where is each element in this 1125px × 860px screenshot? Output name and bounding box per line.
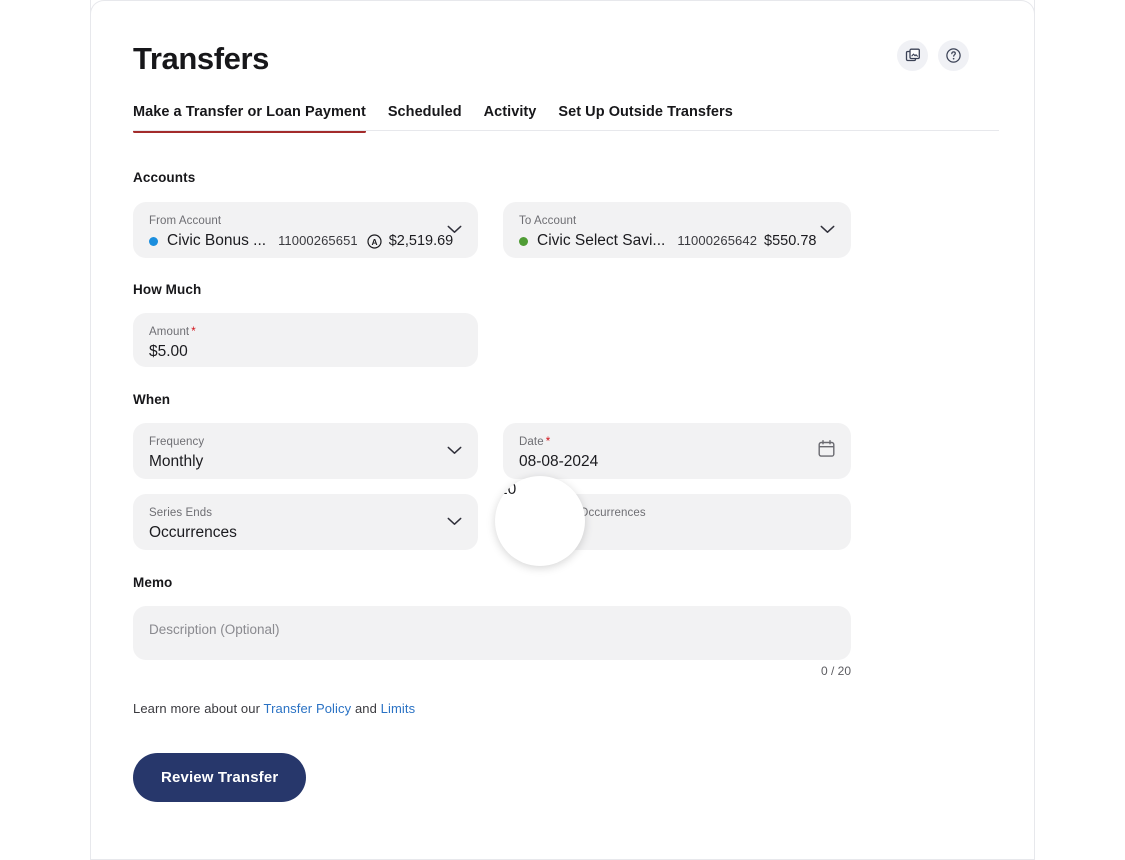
to-account-color-dot: [519, 236, 528, 246]
tab-divider: [133, 130, 999, 131]
frequency-label: Frequency: [149, 436, 205, 448]
date-label: Date *: [519, 436, 551, 448]
from-account-value: Civic Bonus ... 11000265651 A $2,519.69: [149, 230, 462, 252]
to-account-select[interactable]: To Account Civic Select Savi... 11000265…: [503, 202, 851, 258]
number-of-occurrences-label: Number Of Occurrences: [519, 507, 646, 519]
series-ends-value: Occurrences: [149, 524, 237, 541]
frequency-value: Monthly: [149, 453, 204, 470]
review-transfer-button[interactable]: Review Transfer: [133, 753, 307, 802]
chevron-down-icon: [447, 221, 462, 239]
chevron-down-icon: [820, 221, 835, 239]
section-label-accounts: Accounts: [133, 170, 196, 185]
tab-activity[interactable]: Activity: [484, 104, 537, 133]
required-marker: *: [545, 436, 551, 448]
section-label-memo: Memo: [133, 575, 173, 590]
date-input[interactable]: Date * 08-08-2024: [503, 423, 851, 479]
from-account-name: Civic Bonus ...: [167, 232, 267, 249]
learn-more-text: Learn more about our Transfer Policy and…: [133, 701, 415, 716]
from-account-balance: $2,519.69: [388, 233, 454, 249]
series-ends-select[interactable]: Series Ends Occurrences: [133, 494, 478, 550]
available-balance-badge-icon: A: [367, 233, 382, 249]
chevron-down-icon: [447, 513, 462, 531]
transfers-card: Transfers Make a Transfer or Loan Paymen…: [90, 0, 1035, 860]
svg-text:A: A: [371, 236, 377, 246]
number-of-occurrences-input[interactable]: Number Of Occurrences 10: [503, 494, 851, 550]
memo-character-counter: 0 / 20: [820, 664, 851, 678]
header-actions: [897, 40, 969, 71]
to-account-name: Civic Select Savi...: [537, 232, 666, 249]
help-icon[interactable]: [938, 40, 969, 71]
calendar-icon[interactable]: [818, 440, 835, 463]
from-account-label: From Account: [149, 215, 222, 227]
memo-placeholder: Description (Optional): [149, 622, 280, 637]
to-account-balance: $550.78: [764, 233, 817, 249]
duplicate-icon[interactable]: [897, 40, 928, 71]
amount-label: Amount *: [149, 326, 196, 338]
number-of-occurrences-value: 10: [519, 524, 537, 541]
frequency-select[interactable]: Frequency Monthly: [133, 423, 478, 479]
chevron-down-icon: [447, 442, 462, 460]
to-account-number: 11000265642: [677, 233, 758, 248]
section-label-how-much: How Much: [133, 282, 202, 297]
section-label-when: When: [133, 392, 171, 407]
tab-make-a-transfer-or-loan-payment[interactable]: Make a Transfer or Loan Payment: [133, 104, 366, 133]
tab-bar: Make a Transfer or Loan Payment Schedule…: [133, 104, 999, 138]
from-account-number: 11000265651: [278, 233, 358, 248]
series-ends-label: Series Ends: [149, 507, 213, 519]
transfers-page: Transfers Make a Transfer or Loan Paymen…: [0, 0, 1125, 860]
tab-set-up-outside-transfers[interactable]: Set Up Outside Transfers: [558, 104, 732, 133]
limits-link[interactable]: Limits: [381, 701, 416, 716]
learn-more-prefix: Learn more about our: [133, 701, 264, 716]
amount-input[interactable]: Amount * $5.00: [133, 313, 478, 367]
transfer-policy-link[interactable]: Transfer Policy: [264, 701, 352, 716]
memo-textarea[interactable]: Description (Optional): [133, 606, 851, 660]
from-account-select[interactable]: From Account Civic Bonus ... 11000265651…: [133, 202, 478, 258]
to-account-value: Civic Select Savi... 11000265642 $550.78: [519, 230, 835, 252]
tab-scheduled[interactable]: Scheduled: [388, 104, 462, 133]
from-account-color-dot: [149, 236, 158, 246]
date-value: 08-08-2024: [519, 453, 599, 470]
card-content: Transfers Make a Transfer or Loan Paymen…: [133, 0, 999, 802]
to-account-label: To Account: [519, 215, 577, 227]
learn-more-mid: and: [351, 701, 381, 716]
page-title: Transfers: [133, 41, 269, 76]
amount-value: $5.00: [149, 343, 188, 360]
required-marker: *: [191, 326, 196, 338]
